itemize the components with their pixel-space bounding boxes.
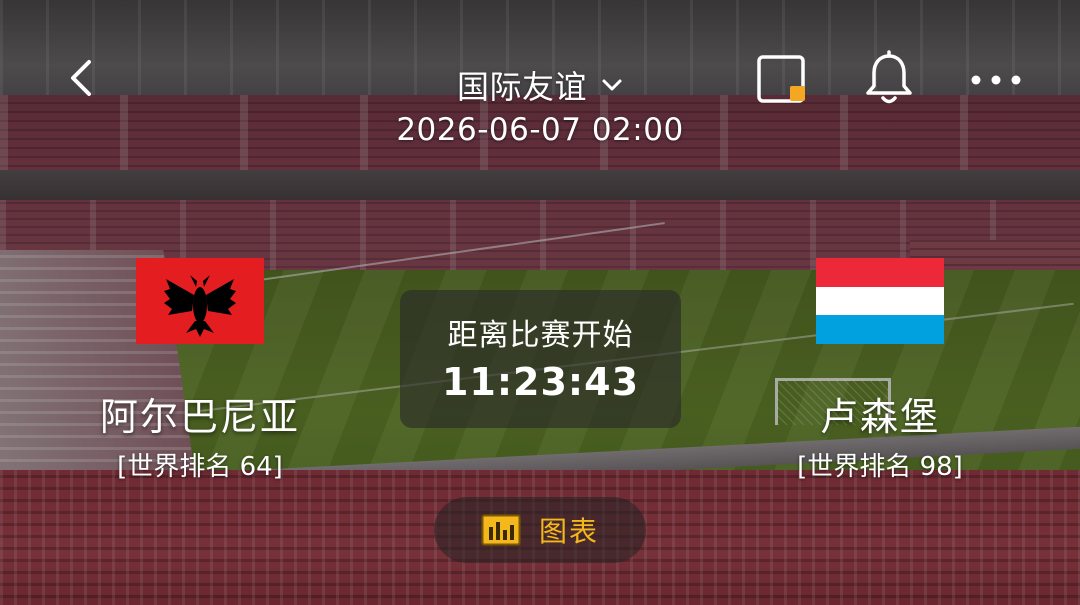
albania-flag	[136, 258, 264, 344]
chevron-down-icon	[601, 78, 623, 92]
away-team-rank: [世界排名 98]	[797, 452, 963, 482]
home-team-rank: [世界排名 64]	[117, 452, 283, 482]
bell-icon	[866, 50, 912, 104]
chart-button-label: 图表	[538, 515, 599, 548]
countdown-label: 距离比赛开始	[447, 318, 634, 353]
match-datetime: 2026-06-07 02:00	[396, 112, 684, 148]
competition-title: 国际友谊	[456, 68, 587, 106]
countdown-panel: 距离比赛开始 11:23:43	[400, 290, 681, 428]
competition-selector[interactable]: 国际友谊	[400, 62, 680, 108]
away-team-name[interactable]: 卢森堡	[780, 386, 980, 441]
notification-button[interactable]	[862, 50, 916, 106]
picture-in-picture-button[interactable]	[756, 54, 808, 106]
luxembourg-flag	[816, 258, 944, 344]
picture-in-picture-icon	[757, 55, 805, 103]
home-team-name[interactable]: 阿尔巴尼亚	[100, 386, 300, 441]
back-button[interactable]	[58, 56, 102, 100]
chart-button[interactable]: 图表	[434, 497, 646, 563]
bar-chart-icon	[481, 514, 521, 546]
chevron-left-icon	[71, 60, 91, 96]
more-horizontal-icon	[971, 75, 1021, 85]
more-options-button[interactable]	[966, 60, 1026, 100]
countdown-timer: 11:23:43	[441, 360, 640, 404]
